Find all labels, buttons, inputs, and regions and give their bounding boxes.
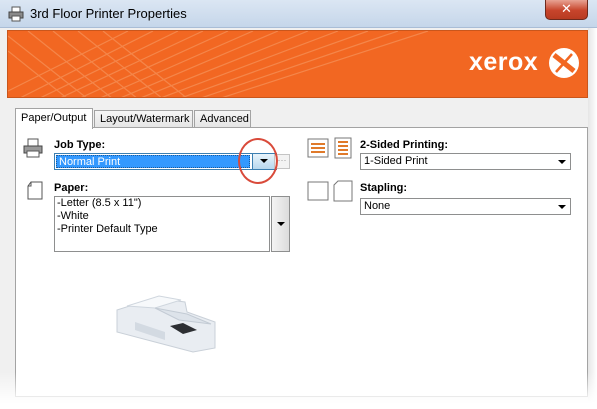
title-bar: 3rd Floor Printer Properties ✕: [0, 0, 597, 28]
paper-label: Paper:: [54, 182, 89, 194]
stapling-dropdown[interactable]: None: [360, 198, 571, 215]
xerox-banner: xerox: [7, 30, 588, 98]
two-sided-dropdown[interactable]: 1-Sided Print: [360, 153, 571, 170]
job-type-icon: [23, 138, 43, 158]
printer-icon: [8, 6, 24, 22]
two-sided-icon: [307, 137, 352, 159]
window-title: 3rd Floor Printer Properties: [30, 6, 187, 21]
paper-size-line: -Letter (8.5 x 11"): [57, 197, 142, 209]
chevron-down-icon: [277, 222, 285, 226]
stapling-value: None: [364, 200, 391, 212]
two-sided-label: 2-Sided Printing:: [360, 139, 448, 151]
stapling-label: Stapling:: [360, 182, 408, 194]
chevron-down-icon: [558, 160, 566, 164]
window-edge-fade: [588, 28, 597, 409]
window-bottom-fade: [0, 372, 597, 409]
xerox-logo-icon: [549, 48, 579, 78]
paper-summary-box[interactable]: -Letter (8.5 x 11") -White -Printer Defa…: [54, 196, 270, 252]
stapling-icon: [307, 180, 353, 202]
paper-icon: [27, 181, 43, 200]
chevron-down-icon: [558, 205, 566, 209]
paper-type-line: -Printer Default Type: [57, 223, 158, 235]
tab-paper-output[interactable]: Paper/Output: [15, 108, 93, 129]
highlight-circle-annotation: [238, 138, 278, 184]
job-type-value: Normal Print: [56, 155, 250, 168]
two-sided-value: 1-Sided Print: [364, 155, 428, 167]
job-type-label: Job Type:: [54, 139, 106, 151]
close-button[interactable]: ✕: [545, 0, 588, 20]
paper-dropdown-button[interactable]: [271, 196, 290, 252]
printer-properties-window: 3rd Floor Printer Properties ✕ xerox Pap…: [0, 0, 597, 409]
tab-advanced[interactable]: Advanced: [194, 110, 251, 128]
paper-color-line: -White: [57, 210, 89, 222]
tab-layout-watermark[interactable]: Layout/Watermark: [94, 110, 193, 128]
printer-illustration: [116, 295, 216, 353]
xerox-wordmark: xerox: [469, 48, 539, 76]
